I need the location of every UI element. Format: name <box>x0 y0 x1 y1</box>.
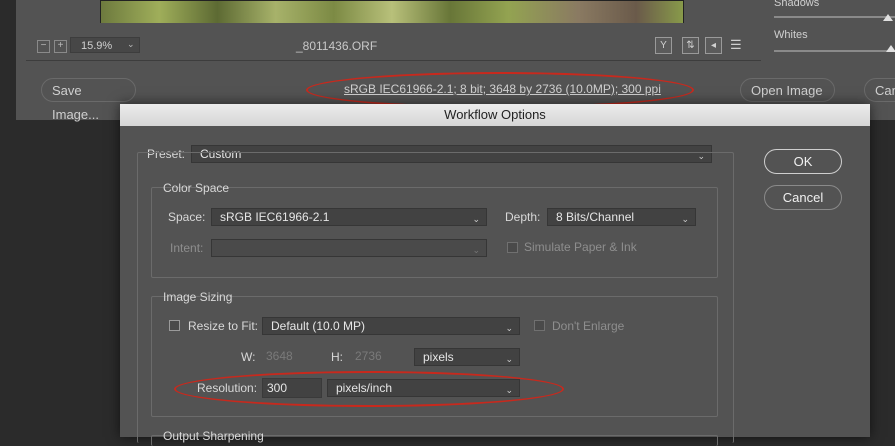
resolution-field[interactable]: 300 <box>262 378 322 398</box>
save-image-button[interactable]: Save Image... <box>41 78 136 122</box>
before-after-icon[interactable]: ⇅ <box>682 37 699 54</box>
shadows-slider-track[interactable] <box>774 16 895 18</box>
resize-to-fit-label: Resize to Fit: <box>188 319 259 333</box>
sliders-icon[interactable]: ☰ <box>730 37 746 53</box>
width-label: W: <box>241 350 256 364</box>
cancel-window-button[interactable]: Can <box>864 78 895 102</box>
image-sizing-title: Image Sizing <box>163 290 233 304</box>
cancel-button[interactable]: Cancel <box>764 185 842 210</box>
width-field[interactable]: 3648 <box>262 347 314 367</box>
chevron-down-icon: ⌄ <box>505 354 513 364</box>
workflow-options-link[interactable]: sRGB IEC61966-2.1; 8 bit; 3648 by 2736 (… <box>344 82 661 96</box>
resize-to-fit-value: Default (10.0 MP) <box>271 319 366 333</box>
space-select[interactable]: sRGB IEC61966-2.1 ⌄ <box>211 208 487 226</box>
shadows-label: Shadows <box>774 0 820 9</box>
height-label: H: <box>331 350 343 364</box>
depth-select[interactable]: 8 Bits/Channel ⌄ <box>547 208 696 226</box>
chevron-down-icon: ⌄ <box>505 385 513 395</box>
height-field[interactable]: 2736 <box>351 347 403 367</box>
swap-settings-icon[interactable]: ◂ <box>705 37 722 54</box>
resolution-unit-select[interactable]: pixels/inch ⌄ <box>327 379 520 397</box>
zoom-in-button[interactable]: + <box>54 40 67 53</box>
intent-select[interactable]: ⌄ <box>211 239 487 257</box>
zoom-out-button[interactable]: − <box>37 40 50 53</box>
space-value: sRGB IEC61966-2.1 <box>220 210 330 224</box>
image-preview <box>100 0 684 25</box>
workflow-options-dialog: Workflow Options Preset: Custom ⌄ OK Can… <box>120 104 870 446</box>
ok-button[interactable]: OK <box>764 149 842 174</box>
dialog-title: Workflow Options <box>120 104 870 126</box>
filename-label: _8011436.ORF <box>296 39 378 53</box>
chevron-down-icon: ⌄ <box>681 214 689 224</box>
chevron-down-icon: ⌄ <box>472 245 480 255</box>
chevron-down-icon: ⌄ <box>505 323 513 333</box>
size-unit-value: pixels <box>423 350 454 364</box>
zoom-level-value: 15.9% <box>81 40 113 52</box>
simulate-paper-label: Simulate Paper & Ink <box>524 240 637 254</box>
depth-label: Depth: <box>505 210 541 224</box>
whites-label: Whites <box>774 29 808 41</box>
depth-value: 8 Bits/Channel <box>556 210 635 224</box>
y-toggle-icon[interactable]: Y <box>655 37 672 54</box>
dont-enlarge-label: Don't Enlarge <box>552 319 625 333</box>
color-space-group <box>151 187 718 278</box>
resolution-unit-value: pixels/inch <box>336 381 393 395</box>
output-sharpening-title: Output Sharpening <box>163 429 264 443</box>
resolution-label: Resolution: <box>197 381 258 395</box>
chevron-down-icon: ⌄ <box>127 39 135 49</box>
resize-to-fit-checkbox[interactable] <box>169 320 180 331</box>
whites-slider-track[interactable] <box>774 50 895 52</box>
intent-label: Intent: <box>170 241 204 255</box>
whites-slider-thumb[interactable] <box>886 45 895 52</box>
simulate-paper-checkbox[interactable] <box>507 242 518 253</box>
dont-enlarge-checkbox[interactable] <box>534 320 545 331</box>
color-space-title: Color Space <box>163 181 230 195</box>
space-label: Space: <box>168 210 206 224</box>
open-image-button[interactable]: Open Image <box>740 78 835 102</box>
resize-to-fit-select[interactable]: Default (10.0 MP) ⌄ <box>262 317 520 335</box>
shadows-slider-thumb[interactable] <box>883 14 893 21</box>
chevron-down-icon: ⌄ <box>472 214 480 224</box>
size-unit-select[interactable]: pixels ⌄ <box>414 348 520 366</box>
